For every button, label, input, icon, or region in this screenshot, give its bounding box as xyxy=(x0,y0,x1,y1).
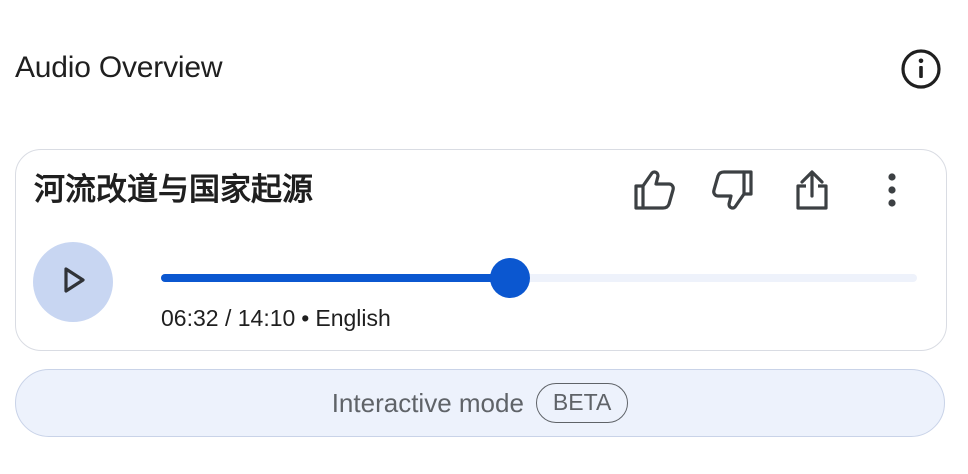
progress-fill xyxy=(161,274,510,282)
more-vert-icon[interactable] xyxy=(868,166,916,214)
playback-meta: 06:32 / 14:10 • English xyxy=(161,303,391,333)
progress-thumb[interactable] xyxy=(489,258,530,298)
thumb-up-icon[interactable] xyxy=(630,166,678,214)
thumb-down-icon[interactable] xyxy=(709,166,757,214)
language-label: English xyxy=(315,305,391,331)
interactive-mode-label: Interactive mode xyxy=(331,388,524,418)
bullet-separator: • xyxy=(301,305,310,331)
current-time: 06:32 xyxy=(161,305,219,331)
audio-title: 河流改道与国家起源 xyxy=(34,172,313,208)
play-button[interactable] xyxy=(33,242,113,322)
interactive-mode-button[interactable]: Interactive mode BETA xyxy=(15,369,945,437)
progress-track[interactable] xyxy=(161,258,917,298)
time-separator: / xyxy=(218,305,238,331)
duration: 14:10 xyxy=(237,305,296,331)
share-icon[interactable] xyxy=(788,166,836,214)
beta-badge: BETA xyxy=(535,383,629,423)
play-icon xyxy=(58,265,88,300)
info-icon[interactable] xyxy=(900,48,942,90)
audio-card: 河流改道与国家起源 06:32 / 14:10 • English xyxy=(15,149,947,351)
section-title: Audio Overview xyxy=(15,51,223,84)
